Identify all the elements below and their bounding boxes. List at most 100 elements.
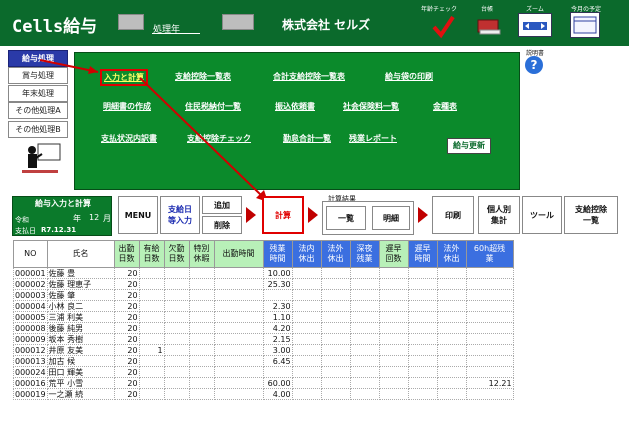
cell-paid-leave[interactable] bbox=[138, 355, 165, 367]
cell-extra-holiday[interactable] bbox=[320, 267, 351, 279]
cell-paid-leave[interactable] bbox=[138, 366, 165, 378]
cell-absence[interactable] bbox=[163, 388, 190, 400]
cell-special-leave[interactable] bbox=[188, 344, 215, 356]
cell-night-overtime[interactable] bbox=[349, 300, 380, 312]
cell-special-leave[interactable] bbox=[188, 366, 215, 378]
cell-night-overtime[interactable] bbox=[349, 344, 380, 356]
cell-extra-holiday[interactable] bbox=[320, 355, 351, 367]
cell-overtime[interactable]: 4.20 bbox=[262, 322, 293, 334]
cell-name[interactable]: 後藤 純男 bbox=[46, 322, 115, 334]
cell-over-60h[interactable] bbox=[465, 267, 514, 279]
cell-special-leave[interactable] bbox=[188, 300, 215, 312]
cell-special-leave[interactable] bbox=[188, 278, 215, 290]
cell-late-count[interactable] bbox=[378, 300, 409, 312]
cell-over-60h[interactable] bbox=[465, 289, 514, 301]
cell-no[interactable]: 000001 bbox=[13, 267, 48, 279]
cell-paid-leave[interactable]: 1 bbox=[138, 344, 165, 356]
individual-total-button[interactable]: 個人別 集計 bbox=[478, 196, 520, 234]
cell-no[interactable]: 000019 bbox=[13, 388, 48, 400]
cell-night-overtime[interactable] bbox=[349, 377, 380, 389]
cell-extra-holiday-2[interactable] bbox=[436, 377, 467, 389]
cell-extra-holiday[interactable] bbox=[320, 311, 351, 323]
cell-name[interactable]: 三浦 利美 bbox=[46, 311, 115, 323]
cell-late-hours[interactable] bbox=[407, 322, 438, 334]
cell-work-days[interactable]: 20 bbox=[113, 377, 140, 389]
tools-button[interactable]: ツール bbox=[522, 196, 562, 234]
cell-night-overtime[interactable] bbox=[349, 311, 380, 323]
cell-late-count[interactable] bbox=[378, 377, 409, 389]
cell-no[interactable]: 000013 bbox=[13, 355, 48, 367]
cell-late-hours[interactable] bbox=[407, 333, 438, 345]
cell-no[interactable]: 000003 bbox=[13, 289, 48, 301]
cell-work-hours[interactable] bbox=[213, 278, 264, 290]
cell-late-hours[interactable] bbox=[407, 355, 438, 367]
cell-work-days[interactable]: 20 bbox=[113, 311, 140, 323]
cell-late-hours[interactable] bbox=[407, 388, 438, 400]
cell-name[interactable]: 佐藤 肇 bbox=[46, 289, 115, 301]
cell-overtime[interactable]: 3.00 bbox=[262, 344, 293, 356]
cell-name[interactable]: 佐藤 理恵子 bbox=[46, 278, 115, 290]
cell-overtime[interactable]: 6.45 bbox=[262, 355, 293, 367]
cell-legal-holiday[interactable] bbox=[291, 300, 322, 312]
cell-absence[interactable] bbox=[163, 289, 190, 301]
cell-over-60h[interactable] bbox=[465, 355, 514, 367]
cell-late-hours[interactable] bbox=[407, 278, 438, 290]
cell-work-hours[interactable] bbox=[213, 322, 264, 334]
cell-late-count[interactable] bbox=[378, 278, 409, 290]
cell-legal-holiday[interactable] bbox=[291, 388, 322, 400]
list-button[interactable]: 一覧 bbox=[326, 206, 366, 230]
cell-special-leave[interactable] bbox=[188, 311, 215, 323]
deduction-list-button[interactable]: 支給控除 一覧 bbox=[564, 196, 618, 234]
cell-late-count[interactable] bbox=[378, 311, 409, 323]
cell-late-hours[interactable] bbox=[407, 311, 438, 323]
add-button[interactable]: 追加 bbox=[202, 196, 242, 214]
cell-work-days[interactable]: 20 bbox=[113, 278, 140, 290]
cell-over-60h[interactable] bbox=[465, 322, 514, 334]
cell-work-hours[interactable] bbox=[213, 388, 264, 400]
cell-extra-holiday-2[interactable] bbox=[436, 333, 467, 345]
cell-night-overtime[interactable] bbox=[349, 278, 380, 290]
cell-no[interactable]: 000009 bbox=[13, 333, 48, 345]
cell-late-count[interactable] bbox=[378, 289, 409, 301]
cell-work-days[interactable]: 20 bbox=[113, 300, 140, 312]
cell-overtime[interactable]: 10.00 bbox=[262, 267, 293, 279]
cell-late-hours[interactable] bbox=[407, 377, 438, 389]
cell-over-60h[interactable] bbox=[465, 344, 514, 356]
cell-extra-holiday[interactable] bbox=[320, 300, 351, 312]
cell-legal-holiday[interactable] bbox=[291, 322, 322, 334]
cell-late-hours[interactable] bbox=[407, 267, 438, 279]
cell-night-overtime[interactable] bbox=[349, 267, 380, 279]
cell-paid-leave[interactable] bbox=[138, 278, 165, 290]
delete-button[interactable]: 削除 bbox=[202, 216, 242, 234]
cell-legal-holiday[interactable] bbox=[291, 366, 322, 378]
cell-late-count[interactable] bbox=[378, 355, 409, 367]
cell-name[interactable]: 一之瀬 続 bbox=[46, 388, 115, 400]
cell-night-overtime[interactable] bbox=[349, 388, 380, 400]
cell-name[interactable]: 荒平 小雪 bbox=[46, 377, 115, 389]
cell-night-overtime[interactable] bbox=[349, 322, 380, 334]
cell-special-leave[interactable] bbox=[188, 377, 215, 389]
cell-paid-leave[interactable] bbox=[138, 289, 165, 301]
cell-night-overtime[interactable] bbox=[349, 355, 380, 367]
cell-absence[interactable] bbox=[163, 377, 190, 389]
cell-paid-leave[interactable] bbox=[138, 333, 165, 345]
cell-work-days[interactable]: 20 bbox=[113, 333, 140, 345]
cell-work-days[interactable]: 20 bbox=[113, 355, 140, 367]
cell-overtime[interactable]: 2.15 bbox=[262, 333, 293, 345]
cell-no[interactable]: 000002 bbox=[13, 278, 48, 290]
cell-work-days[interactable]: 20 bbox=[113, 289, 140, 301]
cell-extra-holiday[interactable] bbox=[320, 333, 351, 345]
cell-name[interactable]: 田口 輝美 bbox=[46, 366, 115, 378]
cell-legal-holiday[interactable] bbox=[291, 344, 322, 356]
cell-work-hours[interactable] bbox=[213, 267, 264, 279]
cell-overtime[interactable]: 60.00 bbox=[262, 377, 293, 389]
cell-extra-holiday[interactable] bbox=[320, 366, 351, 378]
cell-work-days[interactable]: 20 bbox=[113, 267, 140, 279]
cell-overtime[interactable] bbox=[262, 289, 293, 301]
cell-overtime[interactable]: 25.30 bbox=[262, 278, 293, 290]
cell-over-60h[interactable] bbox=[465, 278, 514, 290]
cell-extra-holiday-2[interactable] bbox=[436, 355, 467, 367]
cell-over-60h[interactable] bbox=[465, 366, 514, 378]
cell-legal-holiday[interactable] bbox=[291, 355, 322, 367]
cell-overtime[interactable]: 1.10 bbox=[262, 311, 293, 323]
